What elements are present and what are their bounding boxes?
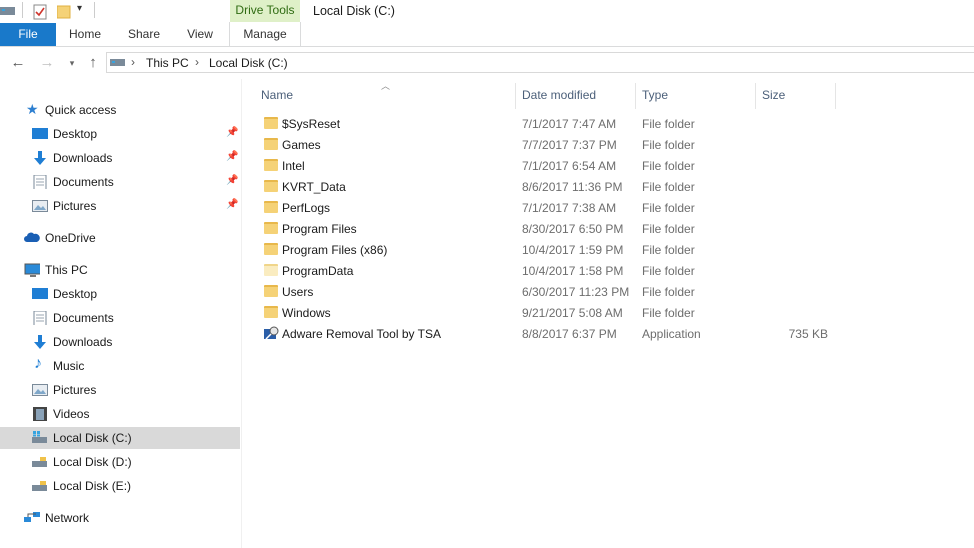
- title-bar: ▾ Drive Tools Local Disk (C:) File Home …: [0, 0, 974, 46]
- breadcrumb-chevron-icon[interactable]: ›: [195, 55, 199, 69]
- breadcrumb-local-disk-c[interactable]: Local Disk (C:): [209, 56, 288, 70]
- pictures-icon: [32, 384, 48, 396]
- file-row[interactable]: ProgramData 10/4/2017 1:58 PM File folde…: [258, 260, 838, 281]
- new-folder-icon[interactable]: [57, 4, 71, 19]
- documents-icon: [33, 311, 47, 325]
- nav-pc-music[interactable]: ♪ Music: [0, 355, 240, 377]
- address-bar[interactable]: › This PC › Local Disk (C:): [106, 52, 974, 73]
- breadcrumb-chevron-icon[interactable]: ›: [131, 55, 135, 69]
- network-icon: [24, 512, 40, 522]
- tab-share[interactable]: Share: [120, 23, 168, 46]
- nav-quick-access[interactable]: ★ Quick access: [0, 99, 240, 121]
- navigation-pane: ★ Quick access Desktop 📌 Downloads 📌 Doc…: [0, 79, 242, 548]
- music-note-icon: ♪: [34, 355, 42, 372]
- desktop-icon: [32, 128, 48, 139]
- pin-icon[interactable]: 📌: [226, 127, 238, 139]
- nav-pc-pictures[interactable]: Pictures: [0, 379, 240, 401]
- tab-view[interactable]: View: [178, 23, 222, 46]
- file-row[interactable]: Users 6/30/2017 11:23 PM File folder: [258, 281, 838, 302]
- folder-icon: [264, 138, 278, 150]
- file-row[interactable]: Program Files 8/30/2017 6:50 PM File fol…: [258, 218, 838, 239]
- nav-pc-downloads[interactable]: Downloads: [0, 331, 240, 353]
- tab-file[interactable]: File: [0, 23, 56, 46]
- column-divider[interactable]: [635, 83, 636, 109]
- file-list: ︿ Name Date modified Type Size $SysReset…: [242, 79, 974, 548]
- pin-icon[interactable]: 📌: [226, 199, 238, 211]
- drive-icon[interactable]: [0, 4, 16, 18]
- folder-icon: [264, 243, 278, 255]
- system-drive-icon: [32, 431, 47, 443]
- file-row[interactable]: KVRT_Data 8/6/2017 11:36 PM File folder: [258, 176, 838, 197]
- nav-pc-desktop[interactable]: Desktop: [0, 283, 240, 305]
- file-row[interactable]: $SysReset 7/1/2017 7:47 AM File folder: [258, 113, 838, 134]
- column-divider[interactable]: [835, 83, 836, 109]
- up-arrow-icon[interactable]: ↑: [84, 55, 102, 71]
- nav-pc-local-disk-e[interactable]: Local Disk (E:): [0, 475, 240, 497]
- file-row[interactable]: Intel 7/1/2017 6:54 AM File folder: [258, 155, 838, 176]
- column-header-date-modified[interactable]: Date modified: [522, 88, 596, 102]
- nav-pc-local-disk-c[interactable]: Local Disk (C:): [0, 427, 240, 449]
- folder-icon: [264, 117, 278, 129]
- file-row[interactable]: Adware Removal Tool by TSA 8/8/2017 6:37…: [258, 323, 838, 344]
- tab-manage[interactable]: Manage: [229, 22, 301, 46]
- column-header-name[interactable]: Name: [261, 88, 293, 102]
- drive-icon: [32, 457, 47, 467]
- star-icon: ★: [26, 101, 39, 117]
- computer-icon: [24, 263, 40, 277]
- pictures-icon: [32, 200, 48, 212]
- forward-arrow-icon[interactable]: →: [38, 55, 56, 71]
- pin-icon[interactable]: 📌: [226, 151, 238, 163]
- application-icon: [264, 326, 279, 340]
- nav-quick-desktop[interactable]: Desktop 📌: [0, 123, 240, 145]
- back-arrow-icon[interactable]: ←: [9, 55, 27, 71]
- breadcrumb-this-pc[interactable]: This PC: [146, 56, 189, 70]
- separator: [22, 2, 23, 18]
- cloud-icon: [24, 232, 40, 242]
- downloads-arrow-icon: [34, 151, 46, 165]
- drive-icon: [32, 481, 47, 491]
- drive-tools-context-label: Drive Tools: [230, 0, 300, 22]
- nav-onedrive[interactable]: OneDrive: [0, 227, 240, 249]
- downloads-arrow-icon: [34, 335, 46, 349]
- file-row[interactable]: Program Files (x86) 10/4/2017 1:59 PM Fi…: [258, 239, 838, 260]
- file-row[interactable]: Games 7/7/2017 7:37 PM File folder: [258, 134, 838, 155]
- file-row[interactable]: PerfLogs 7/1/2017 7:38 AM File folder: [258, 197, 838, 218]
- properties-icon[interactable]: [33, 4, 47, 20]
- hidden-folder-icon: [264, 264, 278, 276]
- column-divider[interactable]: [515, 83, 516, 109]
- desktop-icon: [32, 288, 48, 299]
- pin-icon[interactable]: 📌: [226, 175, 238, 187]
- column-header-size[interactable]: Size: [762, 88, 785, 102]
- nav-pc-local-disk-d[interactable]: Local Disk (D:): [0, 451, 240, 473]
- file-row[interactable]: Windows 9/21/2017 5:08 AM File folder: [258, 302, 838, 323]
- recent-locations-chevron-icon[interactable]: ▾: [63, 55, 81, 71]
- separator: [94, 2, 95, 18]
- nav-pc-videos[interactable]: Videos: [0, 403, 240, 425]
- film-strip-icon: [33, 407, 47, 421]
- navigation-bar: ← → ▾ ↑ › This PC › Local Disk (C:): [0, 47, 974, 79]
- folder-icon: [264, 180, 278, 192]
- nav-quick-documents[interactable]: Documents 📌: [0, 171, 240, 193]
- drive-icon: [110, 59, 125, 66]
- folder-icon: [264, 306, 278, 318]
- nav-this-pc[interactable]: This PC: [0, 259, 240, 281]
- folder-icon: [264, 201, 278, 213]
- window-title: Local Disk (C:): [313, 4, 395, 18]
- column-divider[interactable]: [755, 83, 756, 109]
- tab-home[interactable]: Home: [60, 23, 110, 46]
- nav-quick-pictures[interactable]: Pictures 📌: [0, 195, 240, 217]
- column-header-type[interactable]: Type: [642, 88, 668, 102]
- nav-quick-downloads[interactable]: Downloads 📌: [0, 147, 240, 169]
- folder-icon: [264, 222, 278, 234]
- nav-pc-documents[interactable]: Documents: [0, 307, 240, 329]
- nav-network[interactable]: Network: [0, 507, 240, 529]
- documents-icon: [33, 175, 47, 189]
- folder-icon: [264, 159, 278, 171]
- customize-toolbar-icon[interactable]: ▾: [77, 3, 82, 14]
- sort-ascending-icon: ︿: [381, 81, 391, 91]
- folder-icon: [264, 285, 278, 297]
